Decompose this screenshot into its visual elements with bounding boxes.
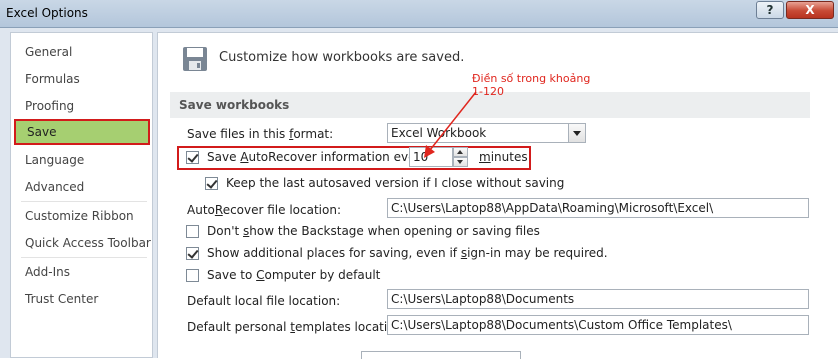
window-title: Excel Options [6,6,88,20]
help-button[interactable]: ? [756,1,784,19]
dialog-body: General Formulas Proofing Save Language … [0,28,838,359]
title-bar: Excel Options ? X [0,0,838,28]
close-button[interactable]: X [786,1,834,19]
annotation-arrow [424,91,477,158]
